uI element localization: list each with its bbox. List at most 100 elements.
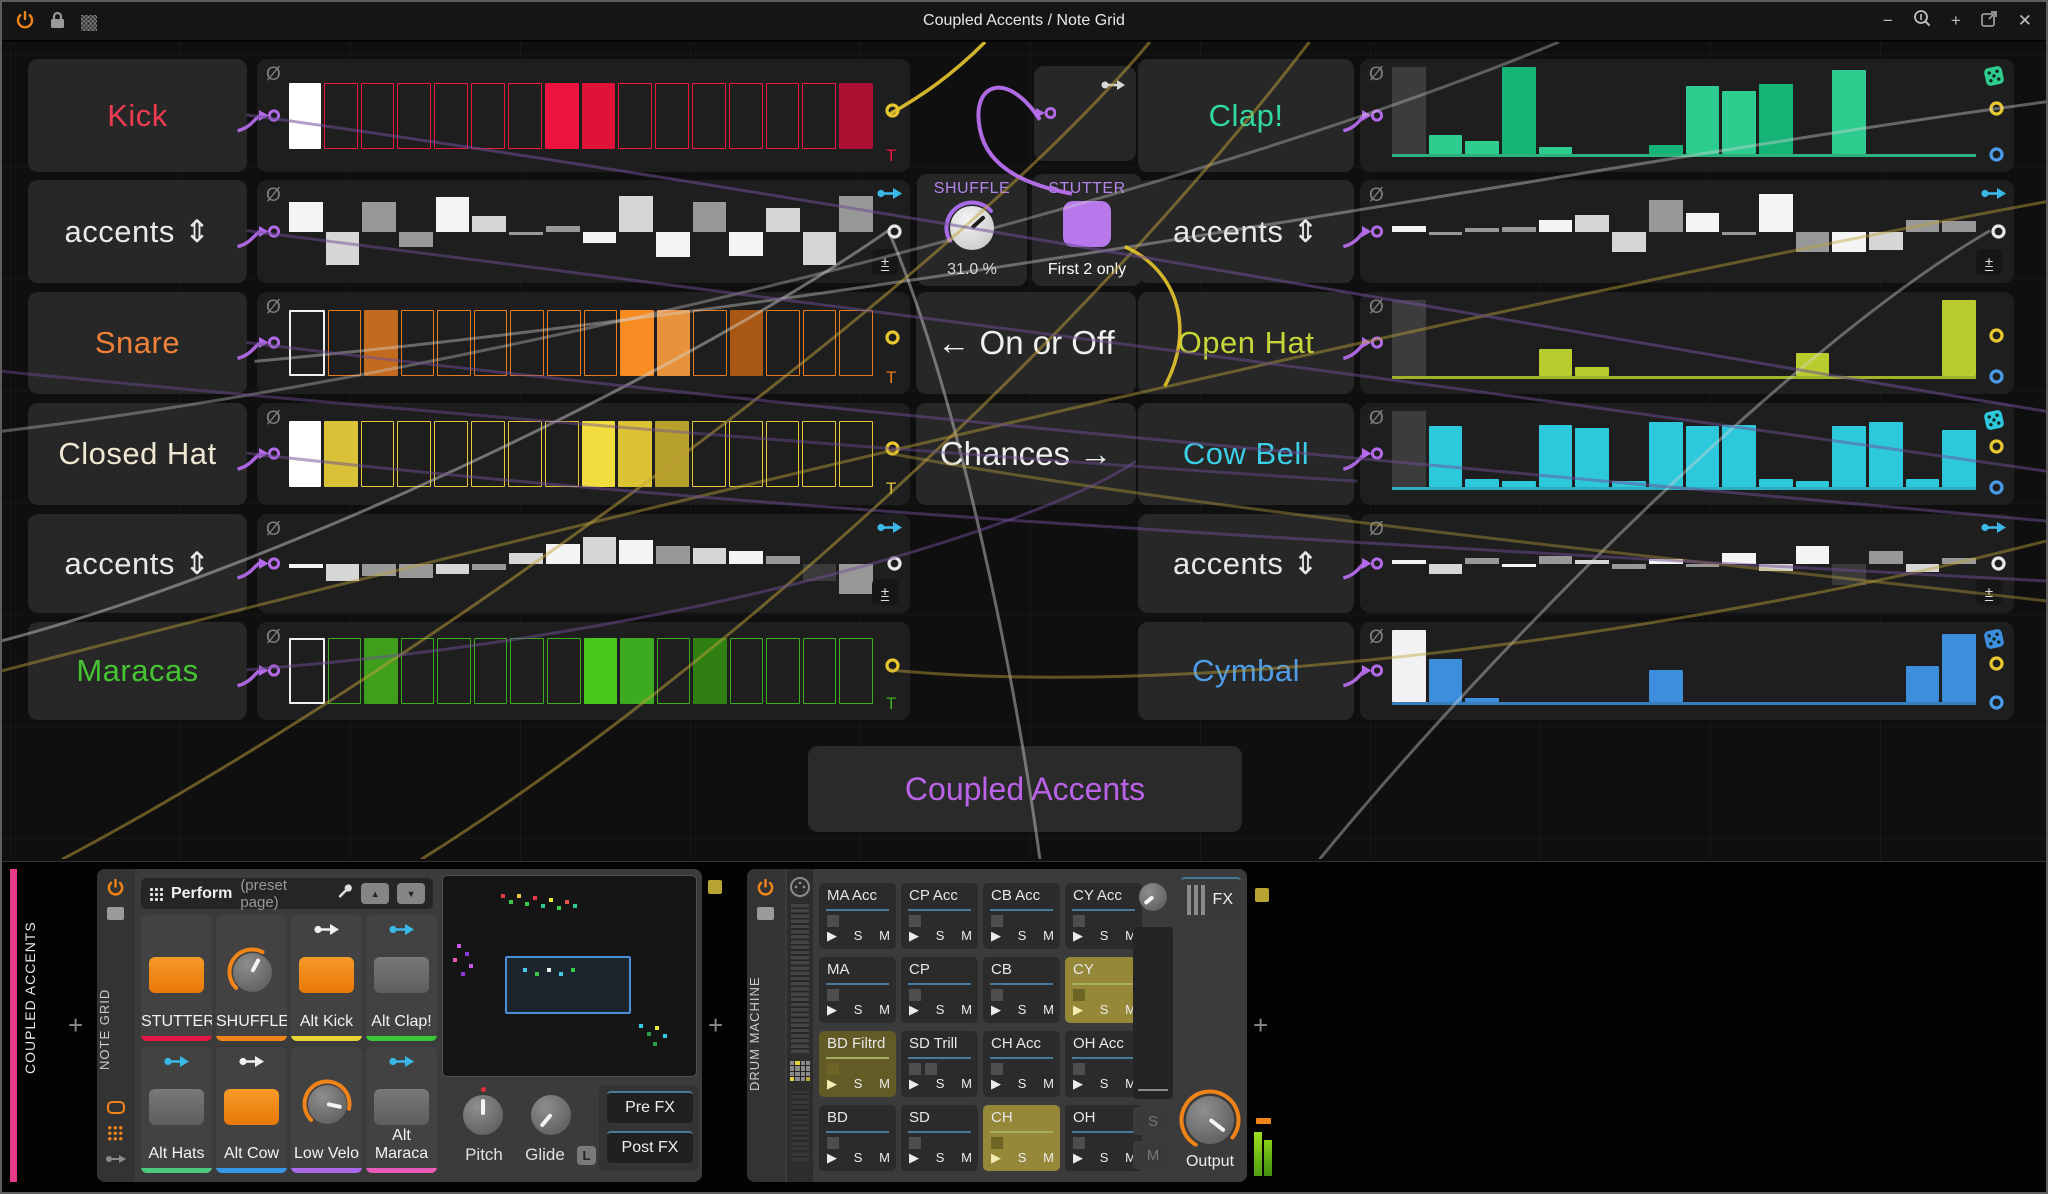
accent-bar[interactable] <box>1465 180 1499 283</box>
snare-sequencer-module[interactable]: ØT <box>257 292 910 394</box>
pad-solo-button[interactable]: S <box>936 1076 945 1092</box>
pad-play-button[interactable]: ▶ <box>991 1002 1001 1018</box>
accent-bar[interactable] <box>729 514 763 613</box>
sequencer-in-port[interactable] <box>1362 108 1383 128</box>
accent-bar[interactable] <box>472 180 506 283</box>
drum-pad-ohacc[interactable]: OH Acc▶SM <box>1065 1031 1142 1097</box>
accent-bar[interactable] <box>436 180 470 283</box>
mini-module[interactable] <box>1034 66 1136 161</box>
accent-bar[interactable] <box>1612 180 1646 283</box>
accent-bar[interactable] <box>362 180 396 283</box>
chance-bar[interactable] <box>1575 428 1609 487</box>
accent-bar[interactable] <box>1796 180 1830 283</box>
shuffle-module[interactable]: SHUFFLE 31.0 % <box>917 174 1027 286</box>
pad-play-button[interactable]: ▶ <box>909 1002 919 1018</box>
drum-pad-ch[interactable]: CH▶SM <box>983 1105 1060 1171</box>
accent-bar[interactable] <box>656 180 690 283</box>
chance-bar[interactable] <box>1429 659 1463 702</box>
step-cell[interactable] <box>729 83 763 149</box>
step-cell[interactable] <box>657 638 691 704</box>
pad-bank-cell[interactable] <box>801 1077 805 1081</box>
row-label-module[interactable]: accents ⇕ <box>28 514 247 613</box>
pad-mute-button[interactable]: M <box>961 1150 972 1166</box>
trigger-out-port[interactable] <box>1988 327 2005 349</box>
module-in-port[interactable] <box>1036 106 1056 125</box>
trigger-out-port[interactable] <box>884 440 901 462</box>
step-cell[interactable] <box>584 310 618 376</box>
polarity-button[interactable]: ± <box>872 579 898 605</box>
chance-bar[interactable] <box>1796 353 1830 376</box>
row-label-module[interactable]: accents ⇕ <box>1138 180 1354 283</box>
accent-bar[interactable] <box>1539 180 1573 283</box>
chance-bar[interactable] <box>1392 630 1426 702</box>
drum-pad-oh[interactable]: OH▶SM <box>1065 1105 1142 1171</box>
wrench-icon[interactable] <box>337 883 353 904</box>
sequencer-in-port[interactable] <box>259 108 280 128</box>
step-cell[interactable] <box>471 421 505 487</box>
chance-bar[interactable] <box>1539 147 1573 154</box>
drum-pad-maacc[interactable]: MA Acc▶SM <box>819 883 896 949</box>
pad-solo-button[interactable]: S <box>1100 1150 1109 1166</box>
trigger-out-port[interactable] <box>884 657 901 679</box>
step-cell[interactable] <box>437 310 471 376</box>
row-label-module[interactable]: accents ⇕ <box>28 180 247 283</box>
pad-bank-cell[interactable] <box>806 1077 810 1081</box>
accent-bar[interactable] <box>472 514 506 613</box>
accent-bar[interactable] <box>399 180 433 283</box>
accent-bar[interactable] <box>1686 514 1720 613</box>
mixer-solo-button[interactable]: S <box>1133 1107 1173 1135</box>
step-cell[interactable] <box>547 310 581 376</box>
row-label-module[interactable]: Closed Hat <box>28 403 247 505</box>
pad-mute-button[interactable]: M <box>879 1150 890 1166</box>
secondary-out-port[interactable] <box>1988 368 2005 390</box>
step-cell[interactable] <box>839 638 873 704</box>
pad-mute-button[interactable]: M <box>879 1076 890 1092</box>
step-cell[interactable] <box>474 638 508 704</box>
accent-out-port[interactable] <box>886 555 903 577</box>
pad-solo-button[interactable]: S <box>1018 1002 1027 1018</box>
shuffle-knob[interactable] <box>944 200 1000 256</box>
macro-lowvelo[interactable]: Low Velo <box>291 1047 362 1173</box>
polarity-button[interactable]: ± <box>872 249 898 275</box>
accent-bar[interactable] <box>766 180 800 283</box>
pad-bank-cell[interactable] <box>790 1066 794 1070</box>
secondary-out-port[interactable] <box>1988 694 2005 716</box>
drum-pad-chacc[interactable]: CH Acc▶SM <box>983 1031 1060 1097</box>
pad-bank-cell[interactable] <box>790 1072 794 1076</box>
chance-bar[interactable] <box>1942 634 1976 702</box>
pad-play-button[interactable]: ▶ <box>909 1076 919 1092</box>
pad-solo-button[interactable]: S <box>854 1002 863 1018</box>
pad-solo-button[interactable]: S <box>1018 1150 1027 1166</box>
step-cell[interactable] <box>766 638 800 704</box>
accent-bar[interactable] <box>1832 514 1866 613</box>
preset-folder-icon[interactable] <box>107 907 124 920</box>
chance-bar[interactable] <box>1869 422 1903 487</box>
pad-mute-button[interactable]: M <box>1043 928 1054 944</box>
accent-bar[interactable] <box>1906 514 1940 613</box>
step-cell[interactable] <box>803 638 837 704</box>
trigger-out-port[interactable] <box>1988 655 2005 677</box>
chance-bar[interactable] <box>1722 91 1756 154</box>
chance-bar[interactable] <box>1942 430 1976 487</box>
accent-bar[interactable] <box>1869 180 1903 283</box>
pad-bank-selector[interactable] <box>790 1061 810 1081</box>
device-power-icon[interactable] <box>757 879 774 901</box>
step-cell[interactable] <box>361 83 395 149</box>
accent-bar[interactable] <box>1392 514 1426 613</box>
step-cell[interactable] <box>618 83 652 149</box>
accent-bar[interactable] <box>1759 514 1793 613</box>
accent-bar[interactable] <box>326 514 360 613</box>
pad-bank-cell[interactable] <box>795 1061 799 1065</box>
dice-icon[interactable] <box>1982 408 2006 437</box>
sequencer-in-port[interactable] <box>259 335 280 355</box>
pad-bank-cell[interactable] <box>806 1072 810 1076</box>
macro-toggle-button[interactable] <box>374 1089 429 1125</box>
macro-knob[interactable] <box>227 947 277 997</box>
pad-bank-cell[interactable] <box>790 1061 794 1065</box>
keyboard-map-icon[interactable] <box>791 903 809 1053</box>
accent-bar[interactable] <box>436 514 470 613</box>
pad-play-button[interactable]: ▶ <box>1073 1076 1083 1092</box>
pad-play-button[interactable]: ▶ <box>909 928 919 944</box>
pad-play-button[interactable]: ▶ <box>1073 1002 1083 1018</box>
accent-bar[interactable] <box>1392 180 1426 283</box>
